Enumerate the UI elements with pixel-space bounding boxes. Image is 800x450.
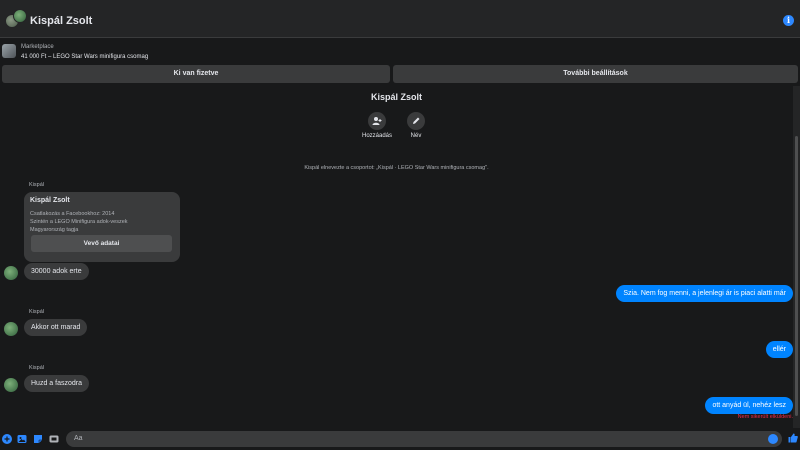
message-in[interactable]: Huzd a faszodra: [24, 375, 89, 392]
card-line: Magyarország tagja: [30, 227, 79, 233]
card-line: Csatlakozás a Facebookhoz: 2014: [30, 211, 115, 217]
thumbs-up-icon[interactable]: [788, 433, 798, 443]
conversation-name: Kispál Zsolt: [370, 92, 422, 102]
marketplace-banner[interactable]: Marketplace 41 000 Ft – LEGO Star Wars m…: [0, 40, 800, 64]
more-settings-button[interactable]: További beállítások: [393, 65, 798, 83]
input-placeholder: Aa: [74, 435, 83, 442]
gif-icon[interactable]: [49, 434, 59, 444]
card-line: Szintén a LEGO Minifigura adok-veszek: [30, 219, 128, 225]
profile-card: Kispál Zsolt Csatlakozás a Facebookhoz: …: [24, 192, 180, 262]
sender-name: Kispál: [29, 365, 44, 371]
scrollbar[interactable]: [793, 86, 800, 428]
avatar[interactable]: [4, 322, 18, 336]
add-person-icon: [372, 117, 382, 125]
composer: Aa: [0, 428, 800, 450]
listing-thumbnail: [2, 44, 16, 58]
buyer-info-button[interactable]: Vevő adatai: [31, 235, 172, 252]
pencil-icon: [413, 117, 420, 124]
message-in[interactable]: Akkor ott marad: [24, 319, 88, 336]
add-label: Hozzáadás: [361, 133, 393, 139]
info-icon[interactable]: i: [783, 15, 794, 26]
add-person-button[interactable]: [368, 112, 386, 130]
avatar[interactable]: [4, 266, 18, 280]
rename-label: Név: [410, 133, 422, 139]
group-avatar[interactable]: [5, 9, 27, 31]
chat-title[interactable]: Kispál Zsolt: [30, 15, 92, 27]
message-out[interactable]: ott anyád ül, nehéz lesz: [705, 397, 793, 414]
chat-header: Kispál Zsolt i: [0, 0, 800, 38]
plus-icon[interactable]: [2, 434, 12, 444]
sticker-icon[interactable]: [33, 434, 43, 444]
system-message: Kispál elnevezte a csoportot: „Kispál · …: [304, 165, 489, 171]
message-input[interactable]: Aa: [66, 431, 782, 447]
listing-title: 41 000 Ft – LEGO Star Wars minifigura cs…: [21, 54, 149, 60]
avatar: [13, 9, 27, 23]
marketplace-label: Marketplace: [21, 44, 54, 50]
scrollbar-thumb[interactable]: [795, 136, 798, 416]
rename-button[interactable]: [407, 112, 425, 130]
message-list: Kispál Zsolt Hozzáadás Név Kispál elneve…: [0, 86, 793, 428]
message-out[interactable]: Szia. Nem fog menni, a jelenlegi ár is p…: [616, 285, 793, 302]
avatar[interactable]: [4, 378, 18, 392]
emoji-icon[interactable]: [768, 434, 778, 444]
send-error[interactable]: Nem sikerült elküldeni.: [738, 414, 793, 420]
message-out[interactable]: ellér: [765, 341, 793, 358]
card-name: Kispál Zsolt: [30, 197, 70, 204]
image-icon[interactable]: [17, 434, 27, 444]
sender-name: Kispál: [29, 309, 44, 315]
paid-button[interactable]: Ki van fizetve: [2, 65, 390, 83]
message-in[interactable]: 30000 adok erte: [24, 263, 89, 280]
sender-name: Kispál: [29, 182, 44, 188]
